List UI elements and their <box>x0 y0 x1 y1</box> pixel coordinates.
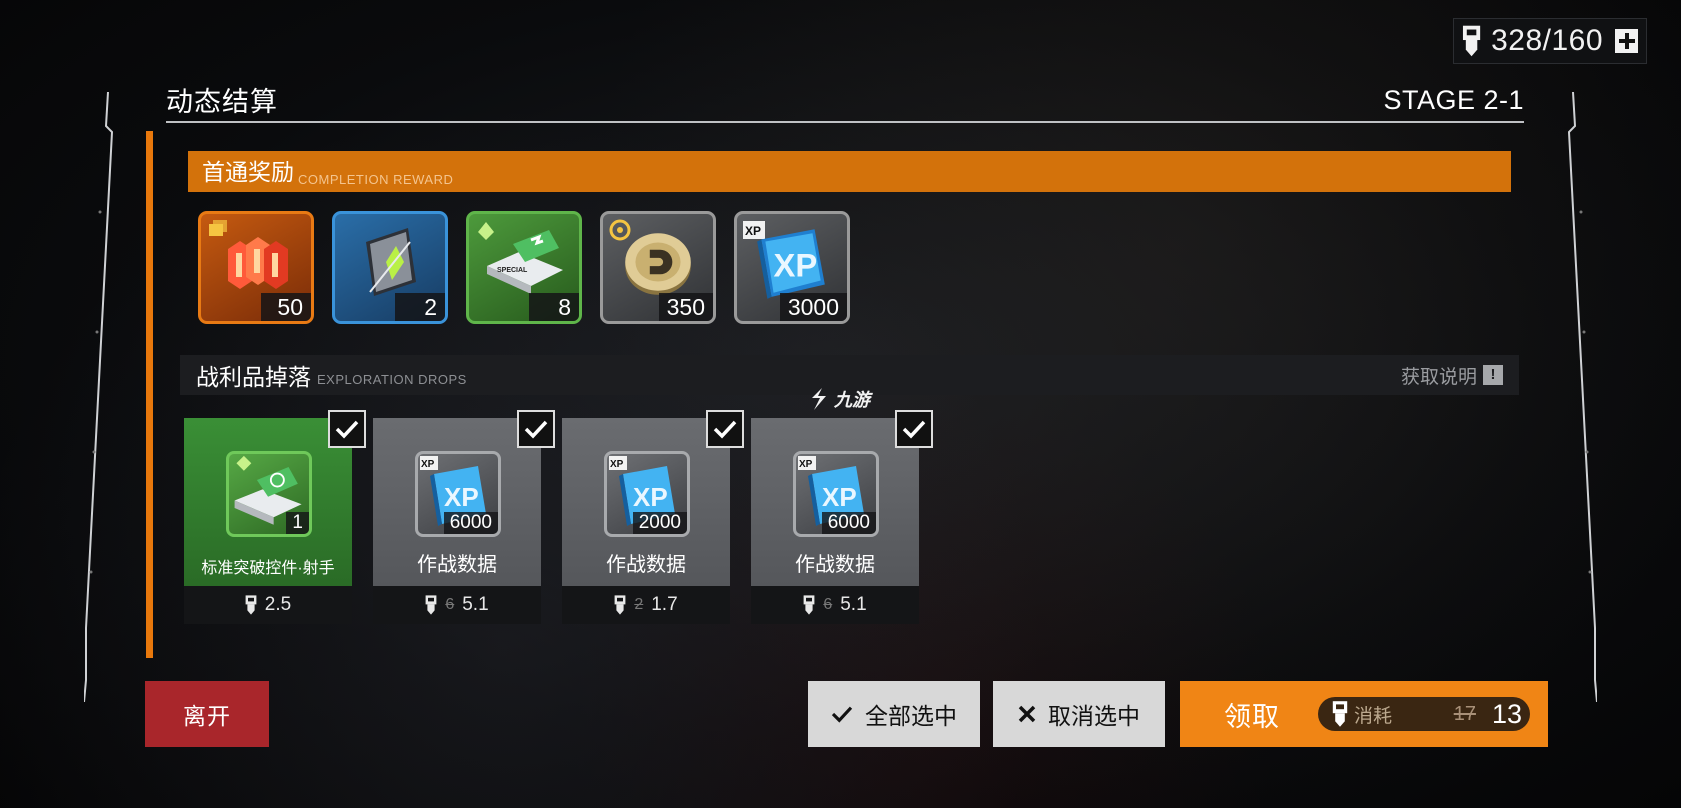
frame-right-decoration <box>1567 92 1597 702</box>
drop-count: 1 <box>286 512 309 534</box>
drop-item[interactable]: XP XP 2000 作战数据 2 1.7 <box>562 410 744 624</box>
accent-bar <box>146 131 153 658</box>
select-all-button[interactable]: 全部选中 <box>808 681 980 747</box>
xp-data-icon: XP <box>757 229 825 300</box>
drop-checkbox[interactable] <box>517 410 555 448</box>
checkmark-icon <box>831 706 853 723</box>
stamina-icon <box>614 595 626 615</box>
reward-item[interactable]: 2 <box>332 211 448 324</box>
checkmark-icon <box>713 420 737 439</box>
checkmark-icon <box>902 420 926 439</box>
reward-item[interactable]: SPECIAL 8 <box>466 211 582 324</box>
drop-name: 作战数据 <box>417 554 497 576</box>
stamina-icon <box>1462 25 1481 57</box>
coin-icon <box>625 233 691 295</box>
drop-name: 作战数据 <box>606 554 686 576</box>
drop-old-cost: 6 <box>823 596 833 613</box>
claim-label: 领取 <box>1224 701 1280 732</box>
svg-text:XP: XP <box>421 459 435 470</box>
add-stamina-button[interactable] <box>1615 29 1638 53</box>
drop-count: 6000 <box>821 512 876 534</box>
stamina-icon <box>245 595 257 615</box>
reward-count: 350 <box>658 293 713 321</box>
drop-cost: 6 5.1 <box>373 586 541 624</box>
reward-item[interactable]: 350 <box>600 211 716 324</box>
leave-button[interactable]: 离开 <box>145 681 269 747</box>
svg-text:XP: XP <box>633 482 668 512</box>
drop-icon-frame: XP XP 6000 <box>793 451 879 537</box>
deselect-all-button[interactable]: 取消选中 <box>993 681 1165 747</box>
page-title: 动态结算 <box>166 87 278 117</box>
red-material-icon <box>228 237 288 290</box>
blue-card-icon <box>366 228 416 297</box>
completion-reward-list: 50 2 SPECIAL 8 350 XP XP 3000 <box>198 211 850 324</box>
watermark-logo-icon <box>812 388 826 410</box>
stamina-counter: 328/160 <box>1453 18 1647 64</box>
drop-item[interactable]: 1 标准突破控件·射手 2.5 <box>184 410 366 624</box>
drop-name: 作战数据 <box>795 554 875 576</box>
checkmark-icon <box>335 420 359 439</box>
drop-icon-frame: XP XP 2000 <box>604 451 690 537</box>
svg-text:XP: XP <box>822 482 857 512</box>
drop-count: 6000 <box>443 512 498 534</box>
special-module-icon: SPECIAL <box>487 230 563 295</box>
drop-icon-frame: XP XP 6000 <box>415 451 501 537</box>
drop-cost-value: 5.1 <box>840 594 867 615</box>
checkmark-icon <box>524 420 548 439</box>
drop-count: 2000 <box>632 512 687 534</box>
drop-cost: 2 1.7 <box>562 586 730 624</box>
drop-info-link[interactable]: 获取说明 ! <box>1401 362 1503 389</box>
drops-subtitle: EXPLORATION DROPS <box>317 371 467 387</box>
completion-reward-header: 首通奖励 COMPLETION REWARD <box>188 151 1511 192</box>
claim-cost-pill: 消耗 17 13 <box>1318 697 1530 731</box>
stamina-icon <box>1332 701 1348 727</box>
reward-count: 2 <box>395 293 445 321</box>
cost-word: 消耗 <box>1354 705 1393 727</box>
drop-cost-value: 5.1 <box>462 594 489 615</box>
watermark-text: 九游 <box>834 390 870 410</box>
drop-old-cost: 2 <box>634 596 644 613</box>
reward-item[interactable]: 50 <box>198 211 314 324</box>
drop-item[interactable]: XP XP 6000 作战数据 6 5.1 <box>373 410 555 624</box>
close-icon <box>1018 705 1036 723</box>
stamina-value: 328/160 <box>1491 24 1604 57</box>
select-all-label: 全部选中 <box>865 703 957 729</box>
svg-text:XP: XP <box>774 246 818 283</box>
drop-cost: 2.5 <box>184 586 352 624</box>
drop-old-cost: 6 <box>445 596 455 613</box>
deselect-label: 取消选中 <box>1048 703 1140 729</box>
drop-cost: 6 5.1 <box>751 586 919 624</box>
title-divider <box>166 121 1524 123</box>
reward-item[interactable]: XP XP 3000 <box>734 211 850 324</box>
info-exclamation-icon: ! <box>1483 365 1503 385</box>
drops-title: 战利品掉落 <box>196 364 311 390</box>
stage-label: STAGE 2-1 <box>1383 85 1524 115</box>
completion-subtitle: COMPLETION REWARD <box>298 172 454 187</box>
drop-checkbox[interactable] <box>328 410 366 448</box>
drop-list: 1 标准突破控件·射手 2.5 XP XP 6000 作战数据 6 5.1 XP… <box>184 410 933 624</box>
drop-cost-value: 2.5 <box>264 594 292 615</box>
reward-count: 3000 <box>779 293 847 321</box>
cost-old: 17 <box>1453 702 1476 725</box>
drop-name: 标准突破控件·射手 <box>201 560 335 577</box>
svg-text:XP: XP <box>444 482 479 512</box>
drop-icon-frame: 1 <box>226 451 312 537</box>
cost-new: 13 <box>1491 698 1522 729</box>
stamina-icon <box>425 595 437 615</box>
drop-cost-value: 1.7 <box>651 594 678 615</box>
svg-text:SPECIAL: SPECIAL <box>497 267 528 274</box>
watermark: 九游 <box>808 386 870 412</box>
completion-title: 首通奖励 <box>202 159 294 185</box>
frame-left-decoration <box>84 92 114 702</box>
drop-info-label: 获取说明 <box>1400 366 1477 388</box>
stamina-icon <box>803 595 815 615</box>
svg-text:XP: XP <box>610 459 624 470</box>
drop-checkbox[interactable] <box>895 410 933 448</box>
svg-text:XP: XP <box>799 459 813 470</box>
reward-count: 50 <box>261 293 311 321</box>
claim-button[interactable]: 领取 消耗 17 13 <box>1180 681 1548 747</box>
reward-count: 8 <box>529 293 579 321</box>
drop-item[interactable]: XP XP 6000 作战数据 6 5.1 <box>751 410 933 624</box>
drop-checkbox[interactable] <box>706 410 744 448</box>
